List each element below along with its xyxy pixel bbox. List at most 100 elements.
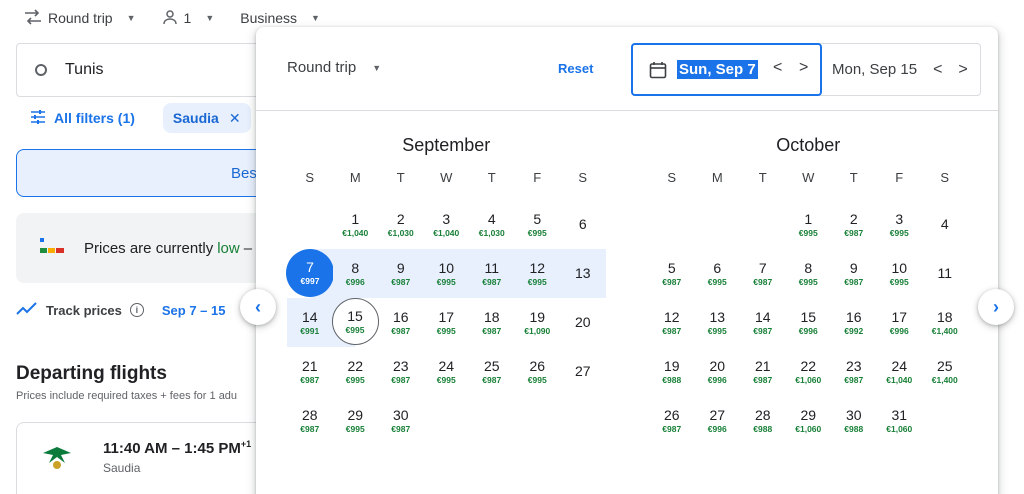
- day-content: 22 €995: [346, 358, 365, 386]
- day-cell[interactable]: 8 €995: [786, 249, 832, 298]
- day-number: 3: [895, 210, 904, 227]
- day-cell[interactable]: 10 €995: [877, 249, 923, 298]
- day-cell[interactable]: 23 €987: [378, 347, 424, 396]
- all-filters-button[interactable]: All filters (1): [16, 109, 149, 127]
- day-cell[interactable]: 18 €1,400: [922, 298, 968, 347]
- day-cell[interactable]: 12 €987: [649, 298, 695, 347]
- day-content: 26 €987: [662, 407, 681, 435]
- day-cell[interactable]: 21 €987: [287, 347, 333, 396]
- day-cell[interactable]: 9 €987: [378, 249, 424, 298]
- day-content: 29 €1,060: [795, 407, 821, 435]
- empty-day-cell: [740, 200, 786, 249]
- day-cell[interactable]: 11 €987: [469, 249, 515, 298]
- day-cell[interactable]: 23 €987: [831, 347, 877, 396]
- day-cell[interactable]: 7 €997: [286, 249, 334, 298]
- day-cell[interactable]: 27 €996: [695, 396, 741, 445]
- day-cell[interactable]: 1 €1,040: [333, 200, 379, 249]
- day-cell[interactable]: 31 €1,060: [877, 396, 923, 445]
- day-cell[interactable]: 3 €1,040: [424, 200, 470, 249]
- day-cell[interactable]: 30 €988: [831, 396, 877, 445]
- day-number: 31: [891, 406, 908, 423]
- day-cell[interactable]: 10 €995: [423, 249, 469, 298]
- day-number: 22: [347, 357, 364, 374]
- airline-filter-chip[interactable]: Saudia ✕: [162, 103, 251, 133]
- day-cell[interactable]: 12 €995: [514, 249, 560, 298]
- chevron-left-icon[interactable]: <: [773, 59, 782, 77]
- day-cell[interactable]: 15 €996: [786, 298, 832, 347]
- day-grid: 1 €1,040 2 €1,030 3 €1,040 4 €1,030 5 €995 6 7 €997 8…: [286, 200, 606, 445]
- day-cell[interactable]: 20 €996: [695, 347, 741, 396]
- chevron-right-icon[interactable]: >: [958, 61, 967, 79]
- day-cell[interactable]: 25 €987: [469, 347, 515, 396]
- day-cell[interactable]: 8 €996: [332, 249, 378, 298]
- day-cell[interactable]: 3 €995: [877, 200, 923, 249]
- day-cell[interactable]: 19 €1,090: [515, 298, 561, 347]
- cabin-select[interactable]: Business ▼: [240, 10, 320, 26]
- day-cell[interactable]: 15 €995: [331, 298, 379, 347]
- day-price: €995: [436, 325, 456, 336]
- chevron-right-icon[interactable]: >: [799, 59, 808, 77]
- day-cell[interactable]: 24 €995: [424, 347, 470, 396]
- day-cell[interactable]: 17 €995: [424, 298, 470, 347]
- day-content: 3 €995: [890, 211, 909, 239]
- departure-date-value[interactable]: Sun, Sep 7: [677, 60, 758, 79]
- day-cell[interactable]: 25 €1,400: [922, 347, 968, 396]
- reset-button[interactable]: Reset: [558, 61, 593, 76]
- day-cell[interactable]: 6: [560, 200, 606, 249]
- day-cell[interactable]: 19 €988: [649, 347, 695, 396]
- day-cell[interactable]: 1 €995: [786, 200, 832, 249]
- departure-date-field[interactable]: Sun, Sep 7 < >: [631, 43, 822, 96]
- day-cell[interactable]: 16 €987: [378, 298, 424, 347]
- day-cell[interactable]: 26 €987: [649, 396, 695, 445]
- day-cell[interactable]: 2 €1,030: [378, 200, 424, 249]
- day-cell[interactable]: 13: [560, 249, 606, 298]
- day-content: 16 €987: [391, 309, 410, 337]
- caret-down-icon: ▼: [372, 62, 382, 73]
- day-cell[interactable]: 5 €995: [515, 200, 561, 249]
- picker-trip-type-label: Round trip: [287, 59, 357, 76]
- day-number: 21: [754, 357, 771, 374]
- picker-trip-type-select[interactable]: Round trip ▼: [287, 59, 381, 76]
- info-icon[interactable]: i: [129, 303, 144, 317]
- day-cell[interactable]: 17 €996: [877, 298, 923, 347]
- day-cell[interactable]: 22 €995: [333, 347, 379, 396]
- passengers-select[interactable]: 1 ▼: [162, 9, 214, 28]
- return-date-field[interactable]: Mon, Sep 15 < >: [832, 44, 968, 95]
- day-price: €995: [436, 374, 456, 385]
- day-cell[interactable]: 11: [922, 249, 968, 298]
- day-cell[interactable]: 29 €995: [333, 396, 379, 445]
- day-cell[interactable]: 28 €988: [740, 396, 786, 445]
- day-cell[interactable]: 16 €992: [831, 298, 877, 347]
- day-cell[interactable]: 26 €995: [515, 347, 561, 396]
- day-cell[interactable]: 4: [922, 200, 968, 249]
- insight-level: low: [217, 239, 240, 257]
- close-icon[interactable]: ✕: [229, 110, 241, 127]
- day-cell[interactable]: 20: [560, 298, 606, 347]
- next-month-button[interactable]: ›: [978, 289, 1014, 325]
- day-cell[interactable]: 6 €995: [695, 249, 741, 298]
- day-cell[interactable]: 22 €1,060: [786, 347, 832, 396]
- day-cell[interactable]: 27: [560, 347, 606, 396]
- day-cell[interactable]: 14 €991: [287, 298, 333, 347]
- day-cell[interactable]: 7 €987: [740, 249, 786, 298]
- day-cell[interactable]: 14 €987: [740, 298, 786, 347]
- day-cell[interactable]: 9 €987: [831, 249, 877, 298]
- day-number: 24: [438, 357, 455, 374]
- day-cell[interactable]: 29 €1,060: [786, 396, 832, 445]
- day-number: 15: [347, 307, 363, 324]
- day-cell[interactable]: 4 €1,030: [469, 200, 515, 249]
- day-content: 23 €987: [391, 358, 410, 386]
- prev-month-button[interactable]: ‹: [240, 289, 276, 325]
- day-cell[interactable]: 5 €987: [649, 249, 695, 298]
- day-number: 6: [713, 259, 722, 276]
- day-cell[interactable]: 24 €1,040: [877, 347, 923, 396]
- day-cell[interactable]: 30 €987: [378, 396, 424, 445]
- day-cell[interactable]: 18 €987: [469, 298, 515, 347]
- trip-type-select[interactable]: Round trip ▼: [24, 8, 136, 28]
- day-cell[interactable]: 13 €995: [695, 298, 741, 347]
- day-cell[interactable]: 21 €987: [740, 347, 786, 396]
- day-cell[interactable]: 28 €987: [287, 396, 333, 445]
- chevron-left-icon[interactable]: <: [933, 61, 942, 79]
- day-cell[interactable]: 2 €987: [831, 200, 877, 249]
- day-content: 20: [575, 314, 591, 331]
